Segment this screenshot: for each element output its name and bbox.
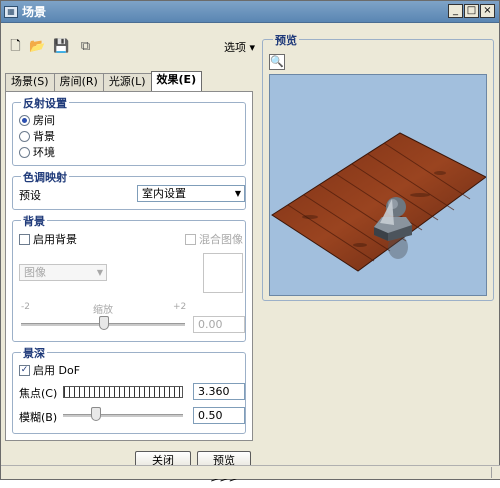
effects-tab-panel: 反射设置 房间 背景 环境 色调映射 预设 室内设置 ▼ 背景 启用背景 混合图… <box>5 91 253 441</box>
chevron-down-icon: ▼ <box>234 189 241 198</box>
radio-room-button[interactable] <box>19 114 30 126</box>
preview-group: 预览 🔍 <box>262 32 494 301</box>
open-folder-icon[interactable]: 📂 <box>29 39 46 55</box>
enable-dof-check[interactable]: ✓ <box>19 364 30 376</box>
tab-scene[interactable]: 场景(S) <box>5 73 55 91</box>
radio-background-button[interactable] <box>19 130 30 142</box>
blend-image-label: 混合图像 <box>199 233 243 246</box>
scene-dialog: ▦ 场景 _ □ × 🗋 📂 💾 ⧉ 选项 ▾ 场景(S) 房间(R) 光源(L… <box>0 0 500 485</box>
save-icon[interactable]: 💾 <box>53 39 70 55</box>
tab-room[interactable]: 房间(R) <box>53 73 104 91</box>
background-group: 背景 启用背景 混合图像 图像 ▼ -2 缩放 +2 0.00 <box>12 213 246 342</box>
close-window-button[interactable]: × <box>480 4 495 18</box>
blur-slider-track[interactable] <box>63 414 183 417</box>
background-group-title: 背景 <box>21 213 47 229</box>
maximize-button[interactable]: □ <box>464 4 479 18</box>
options-menu-button[interactable]: 选项 ▾ <box>224 39 255 55</box>
preview-title: 预览 <box>273 32 299 48</box>
scale-label: 缩放 <box>93 305 113 316</box>
scale-value-input[interactable]: 0.00 <box>193 316 245 333</box>
enable-background-checkbox[interactable]: 启用背景 <box>19 231 77 247</box>
chevron-down-icon: ▼ <box>96 268 103 277</box>
status-strip <box>1 465 500 479</box>
preset-select-value: 室内设置 <box>142 187 186 200</box>
tab-effects[interactable]: 效果(E) <box>150 71 203 91</box>
scale-min-label: -2 <box>21 302 30 312</box>
focus-label: 焦点(C) <box>19 387 58 400</box>
resize-grip[interactable] <box>491 467 500 478</box>
toolbar: 🗋 📂 💾 ⧉ 选项 ▾ <box>5 37 255 57</box>
dof-group: 景深 ✓ 启用 DoF 焦点(C) 3.360 模糊(B) 0.50 <box>12 345 246 434</box>
tone-mapping-group: 色调映射 预设 室内设置 ▼ <box>12 169 246 210</box>
zoom-icon[interactable]: 🔍 <box>269 54 285 70</box>
copy-icon[interactable]: ⧉ <box>77 39 94 55</box>
blur-slider-thumb[interactable] <box>91 407 101 421</box>
blend-image-check[interactable] <box>185 233 196 245</box>
focus-ruler[interactable] <box>63 386 183 398</box>
new-file-icon[interactable]: 🗋 <box>7 39 24 55</box>
radio-environment-button[interactable] <box>19 146 30 158</box>
settings-panel: 🗋 📂 💾 ⧉ 选项 ▾ 场景(S) 房间(R) 光源(L) 效果(E) 反射设… <box>5 31 255 441</box>
radio-room-label: 房间 <box>33 114 55 127</box>
focus-value-input[interactable]: 3.360 <box>193 383 245 400</box>
radio-room[interactable]: 房间 <box>19 112 55 128</box>
preview-viewport[interactable] <box>269 74 487 296</box>
enable-background-check[interactable] <box>19 233 30 245</box>
enable-background-label: 启用背景 <box>33 233 77 246</box>
scale-max-label: +2 <box>173 302 187 312</box>
radio-environment-label: 环境 <box>33 146 55 159</box>
radio-background-label: 背景 <box>33 130 55 143</box>
reflection-group-title: 反射设置 <box>21 95 69 111</box>
blend-image-checkbox[interactable]: 混合图像 <box>185 231 243 247</box>
scale-slider-thumb[interactable] <box>99 316 109 330</box>
enable-dof-checkbox[interactable]: ✓ 启用 DoF <box>19 362 80 378</box>
preset-select[interactable]: 室内设置 ▼ <box>137 185 245 202</box>
preview-render <box>271 132 486 272</box>
tab-bar: 场景(S) 房间(R) 光源(L) 效果(E) <box>5 71 203 91</box>
blur-value-input[interactable]: 0.50 <box>193 407 245 424</box>
tone-mapping-title: 色调映射 <box>21 169 69 185</box>
image-select-value: 图像 <box>24 266 46 279</box>
enable-dof-label: 启用 DoF <box>33 364 81 377</box>
radio-environment[interactable]: 环境 <box>19 144 55 160</box>
minimize-button[interactable]: _ <box>448 4 463 18</box>
blur-label: 模糊(B) <box>19 411 58 424</box>
dof-group-title: 景深 <box>21 345 47 361</box>
tab-lights[interactable]: 光源(L) <box>102 73 152 91</box>
preset-label: 预设 <box>19 189 41 202</box>
app-icon: ▦ <box>4 5 18 18</box>
window-title: 场景 <box>22 5 47 19</box>
image-select[interactable]: 图像 ▼ <box>19 264 107 281</box>
reflection-group: 反射设置 房间 背景 环境 <box>12 95 246 166</box>
status-cell <box>1 467 491 478</box>
radio-background[interactable]: 背景 <box>19 128 55 144</box>
background-image-swatch[interactable] <box>203 253 243 293</box>
title-bar[interactable]: ▦ 场景 _ □ × <box>1 1 499 23</box>
